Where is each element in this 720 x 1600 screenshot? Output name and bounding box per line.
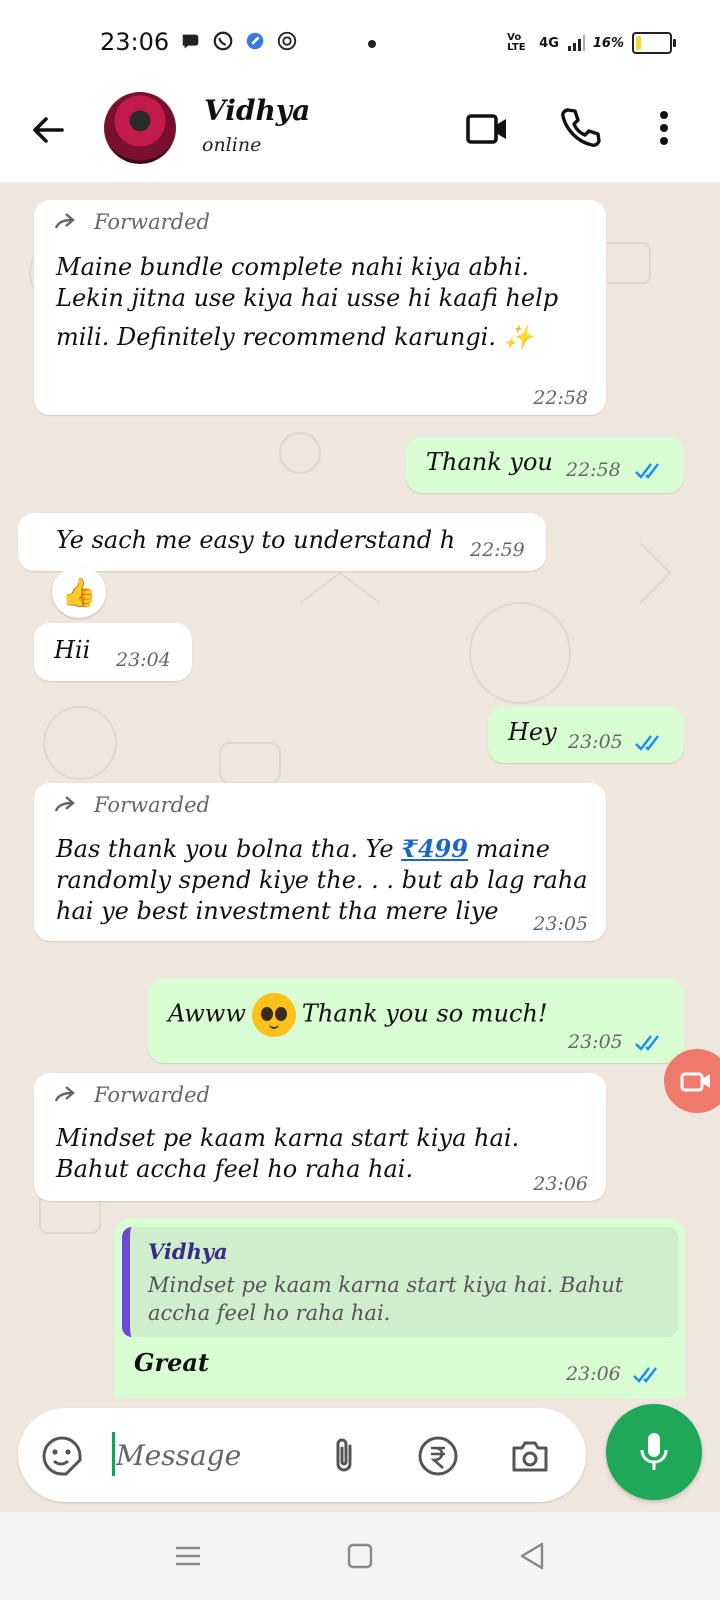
message-text: Hey [508, 718, 557, 746]
quote-text: Mindset pe kaam karna start kiya hai. Ba… [148, 1273, 624, 1325]
battery-fill [636, 36, 642, 50]
more-options-icon[interactable] [640, 104, 688, 152]
quoted-message[interactable]: Vidhya Mindset pe kaam karna start kiya … [122, 1227, 678, 1337]
message-time: 23:06 [566, 1363, 621, 1385]
message-text: Great [134, 1348, 210, 1377]
contact-status: online [202, 134, 262, 156]
more-notifications-dot [368, 40, 376, 48]
message-input[interactable] [114, 1426, 318, 1484]
battery-icon [632, 32, 676, 54]
message-text: Thank you [426, 448, 553, 476]
voice-call-icon[interactable] [556, 104, 604, 152]
message-time: 22:58 [533, 387, 588, 409]
forwarded-icon [54, 213, 75, 229]
volte-label: Vo LTE [507, 32, 526, 53]
chat-area[interactable]: Forwarded Maine bundle complete nahi kiy… [0, 183, 720, 1398]
message-time: 22:59 [470, 539, 525, 561]
message-text: Mindset pe kaam karna start kiya hai. Ba… [56, 1124, 520, 1183]
notification-icons [180, 30, 298, 52]
outgoing-message[interactable]: Thank you 22:58 [406, 437, 684, 493]
video-note-icon [680, 1072, 710, 1092]
message-time: 23:04 [116, 649, 171, 671]
forwarded-label: Forwarded [52, 793, 210, 817]
chatgpt-notification-icon [277, 31, 297, 51]
incoming-message[interactable]: Ye sach me easy to understand h 22:59 [18, 513, 546, 571]
back-arrow-icon[interactable] [28, 110, 68, 150]
message-composer [18, 1408, 586, 1502]
message-time: 23:06 [533, 1173, 588, 1195]
incoming-message[interactable]: Forwarded Bas thank you bolna tha. Ye ₹4… [34, 783, 606, 941]
message-time: 23:05 [568, 731, 623, 753]
payment-rupee-icon[interactable] [416, 1434, 460, 1478]
microphone-icon [640, 1433, 668, 1470]
system-status: Vo LTE 4G 16% [507, 32, 676, 54]
camera-icon[interactable] [508, 1434, 552, 1478]
incoming-message[interactable]: Forwarded Maine bundle complete nahi kiy… [34, 200, 606, 415]
attach-icon[interactable] [322, 1434, 366, 1478]
read-ticks-icon [635, 735, 659, 751]
forwarded-label: Forwarded [52, 210, 210, 234]
whatsapp-notification-icon [213, 31, 233, 51]
message-time: 23:05 [568, 1031, 623, 1053]
battery-percent: 16% [592, 35, 624, 51]
status-bar: 23:06 Vo LTE 4G 16% [0, 0, 720, 80]
menu-nav-icon[interactable] [172, 1540, 204, 1572]
home-nav-icon[interactable] [344, 1540, 376, 1572]
message-text: Ye sach me easy to understand h [56, 526, 456, 554]
reaction-badge[interactable]: 👍 [52, 566, 106, 618]
chat-header: Vidhya online [0, 80, 720, 183]
forwarded-icon [54, 1086, 75, 1102]
read-ticks-icon [635, 463, 659, 479]
read-ticks-icon [633, 1367, 657, 1383]
quote-author: Vidhya [148, 1239, 228, 1264]
mic-button[interactable] [606, 1404, 702, 1500]
incoming-message[interactable]: Forwarded Mindset pe kaam karna start ki… [34, 1073, 606, 1201]
outgoing-message[interactable]: Awww Thank you so much! 23:05 [148, 979, 684, 1063]
network-type: 4G [539, 35, 559, 51]
contact-name[interactable]: Vidhya [204, 94, 310, 127]
video-call-icon[interactable] [464, 104, 512, 152]
incoming-message[interactable]: Hii 23:04 [34, 623, 192, 681]
message-text: Maine bundle complete nahi kiya abhi. Le… [56, 253, 559, 351]
message-time: 23:05 [533, 913, 588, 935]
status-time: 23:06 [100, 28, 170, 56]
signal-icon [567, 35, 585, 51]
message-time: 22:58 [566, 459, 621, 481]
message-text: Awww Thank you so much! [168, 993, 548, 1037]
price-link[interactable]: ₹499 [401, 834, 468, 863]
app-notification-icon [246, 32, 264, 50]
outgoing-message[interactable]: Hey 23:05 [488, 707, 684, 763]
sticker-emoji-icon[interactable] [40, 1434, 84, 1478]
contact-avatar[interactable] [104, 92, 176, 164]
back-nav-icon[interactable] [516, 1540, 548, 1572]
message-text: Hii [54, 636, 91, 664]
pleading-face-icon [251, 993, 296, 1037]
message-text: Bas thank you bolna tha. Ye ₹499 maine r… [56, 834, 588, 925]
outgoing-reply-message[interactable]: Vidhya Mindset pe kaam karna start kiya … [114, 1219, 686, 1398]
forwarded-icon [54, 796, 75, 812]
forwarded-label: Forwarded [52, 1083, 210, 1107]
read-ticks-icon [635, 1035, 659, 1051]
system-nav-bar [0, 1512, 720, 1600]
chat-notification-icon [182, 34, 199, 49]
